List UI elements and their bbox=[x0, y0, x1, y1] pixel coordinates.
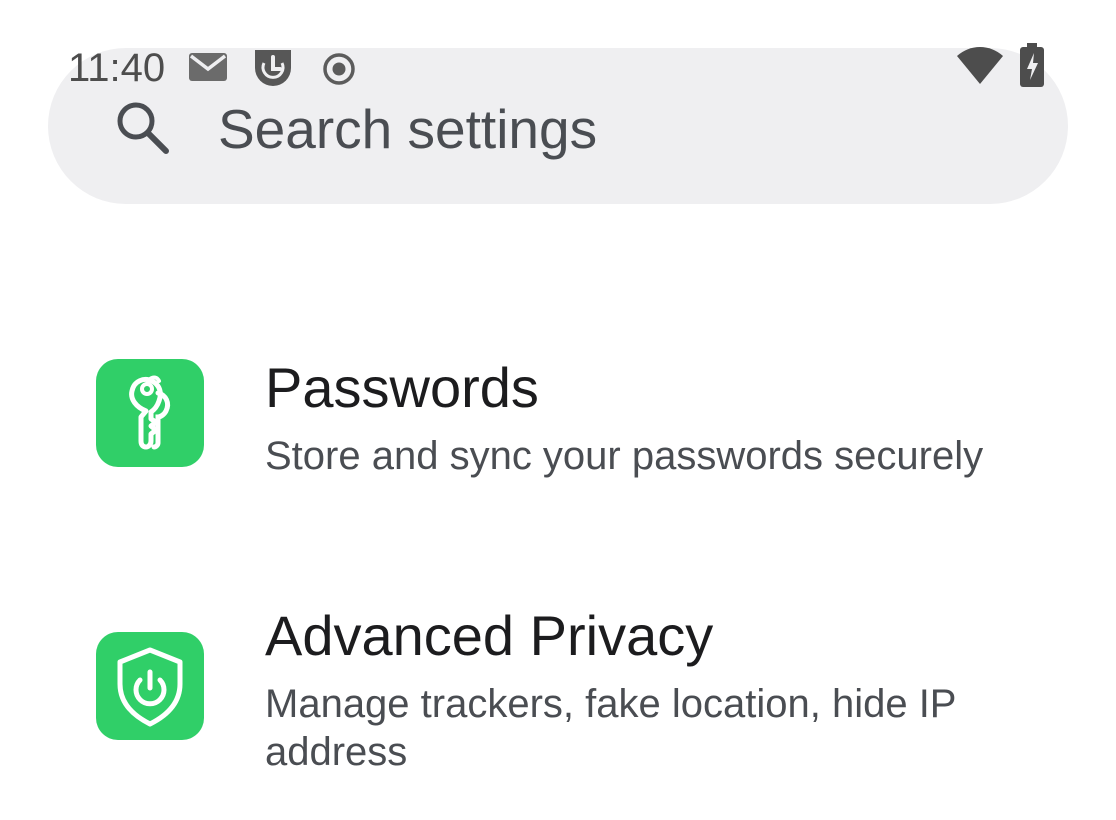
app-notification-icon bbox=[252, 46, 294, 93]
search-icon[interactable] bbox=[114, 99, 172, 157]
settings-item-passwords[interactable]: Passwords Store and sync your passwords … bbox=[0, 330, 1116, 510]
settings-item-title: Passwords bbox=[265, 356, 539, 419]
settings-item-summary: Store and sync your passwords securely bbox=[265, 434, 984, 478]
search-placeholder[interactable]: Search settings bbox=[218, 96, 597, 162]
mail-icon bbox=[187, 50, 229, 89]
recording-icon bbox=[322, 52, 356, 91]
status-time: 11:40 bbox=[68, 46, 166, 90]
status-bar: 11:40 bbox=[0, 38, 1116, 98]
wifi-icon bbox=[955, 44, 1005, 91]
settings-item-title: Advanced Privacy bbox=[265, 604, 714, 667]
key-icon bbox=[96, 359, 204, 467]
settings-screen: 11:40 Search settings Passwords Store an… bbox=[0, 0, 1116, 820]
shield-power-icon bbox=[96, 632, 204, 740]
settings-item-summary: Manage trackers, fake location, hide IP … bbox=[265, 682, 956, 774]
settings-item-advanced-privacy[interactable]: Advanced Privacy Manage trackers, fake l… bbox=[0, 600, 1116, 800]
battery-charging-icon bbox=[1017, 42, 1047, 93]
